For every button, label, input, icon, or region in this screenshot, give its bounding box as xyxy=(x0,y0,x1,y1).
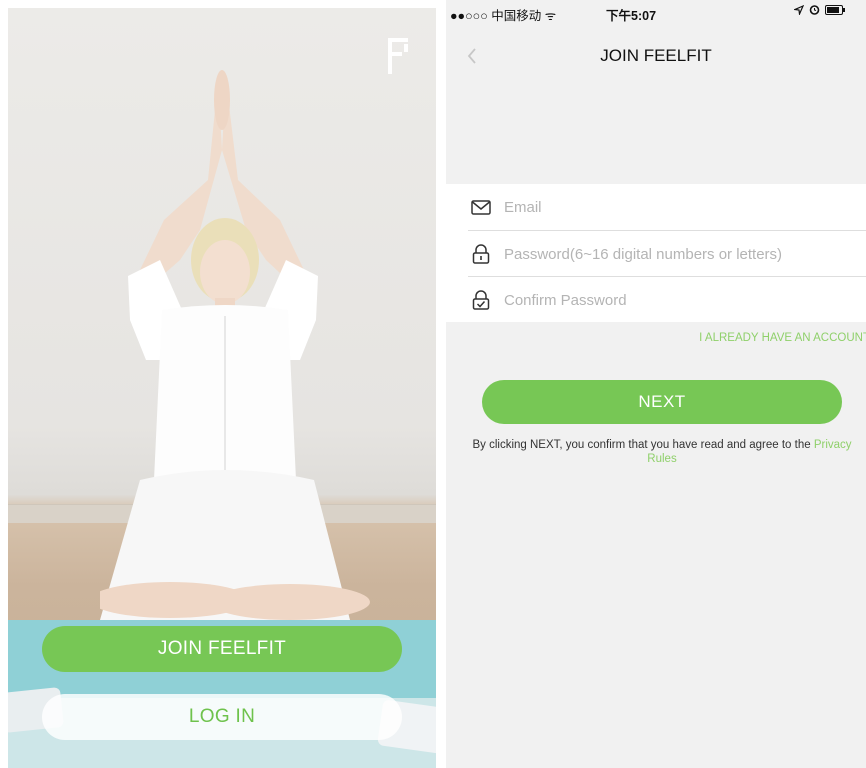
signup-form xyxy=(446,184,866,322)
feelfit-f-logo xyxy=(388,38,408,74)
location-arrow-icon xyxy=(794,4,804,15)
battery-icon xyxy=(825,4,845,15)
carrier-signal: ●●○○○ 中国移动 ᯤ xyxy=(450,9,557,23)
lock-icon xyxy=(472,244,490,264)
email-field[interactable] xyxy=(504,195,854,219)
yoga-woman-photo xyxy=(100,70,370,620)
signup-screen: ●●○○○ 中国移动 ᯤ 下午5:07 JOIN FEELFIT I ALREA… xyxy=(446,0,866,768)
confirm-password-field[interactable] xyxy=(504,288,854,312)
confirm-password-row xyxy=(446,277,866,323)
status-bar: ●●○○○ 中国移动 ᯤ 下午5:07 xyxy=(446,0,866,23)
page-title: JOIN FEELFIT xyxy=(600,46,712,65)
nav-bar: JOIN FEELFIT xyxy=(446,36,866,76)
join-feelfit-button[interactable]: JOIN FEELFIT xyxy=(42,626,402,672)
status-time: 下午5:07 xyxy=(606,9,657,23)
alarm-icon xyxy=(809,5,820,15)
terms-text: By clicking NEXT, you confirm that you h… xyxy=(472,439,811,451)
password-row xyxy=(446,231,866,277)
status-icons xyxy=(794,4,845,15)
next-button[interactable]: NEXT xyxy=(482,380,842,424)
email-row xyxy=(446,184,866,230)
already-have-account-link[interactable]: I ALREADY HAVE AN ACCOUNT xyxy=(699,332,866,344)
mail-icon xyxy=(471,200,491,215)
log-in-button[interactable]: LOG IN xyxy=(42,694,402,740)
password-field[interactable] xyxy=(504,242,854,266)
welcome-screen: JOIN FEELFIT LOG IN xyxy=(8,8,436,768)
terms-notice: By clicking NEXT, you confirm that you h… xyxy=(466,438,858,466)
lock-check-icon xyxy=(472,290,490,310)
